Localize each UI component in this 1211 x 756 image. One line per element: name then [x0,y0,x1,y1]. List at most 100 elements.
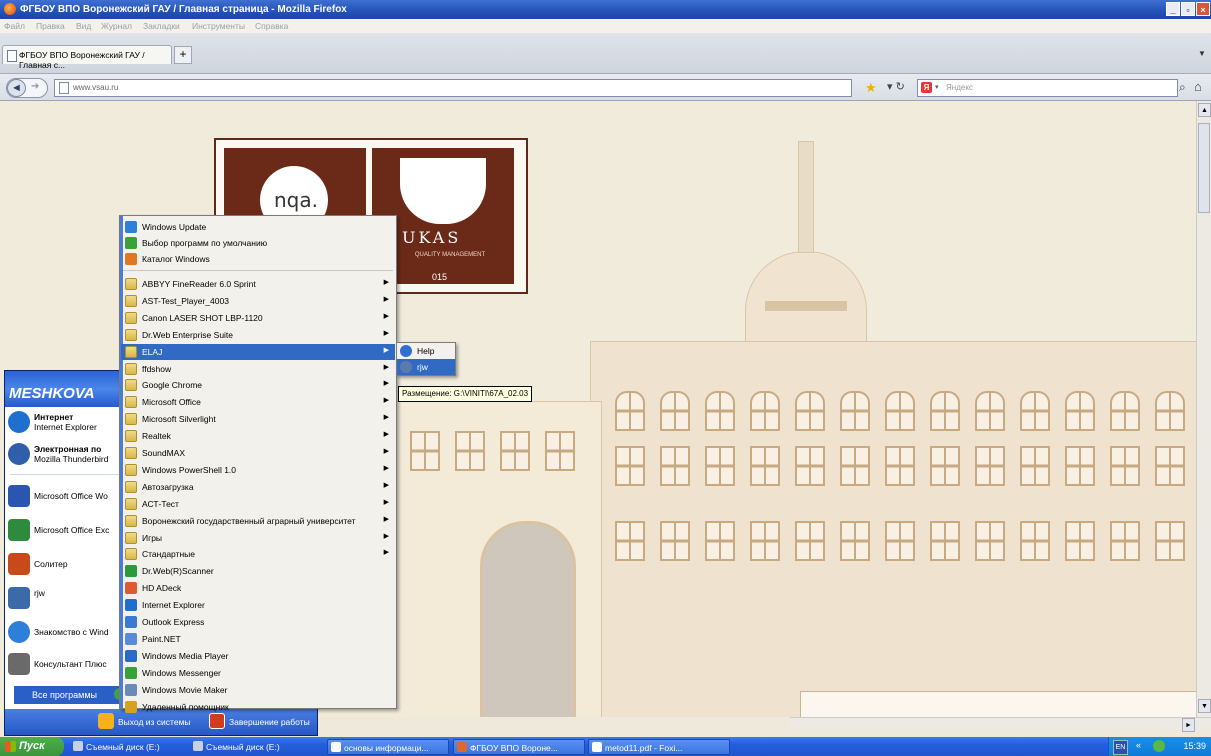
elaj-item[interactable]: rjw [397,359,455,375]
program-item[interactable]: Windows Movie Maker [121,682,395,698]
forward-arrow-icon[interactable]: ➔ [31,81,39,92]
program-item[interactable]: Dr.Web Enterprise Suite ▶ [121,327,395,343]
submenu-arrow-icon: ▶ [383,312,389,320]
menu-edit[interactable]: Правка [36,21,65,31]
horizontal-scrollbar[interactable]: ► [790,717,1211,732]
menu-tools[interactable]: Инструменты [192,21,245,31]
window-deco [930,446,960,486]
search-box[interactable]: Я ▾ Яндекс [917,79,1178,97]
search-input[interactable]: Яндекс [946,83,973,92]
folder-icon [125,447,137,459]
program-item[interactable]: Автозагрузка ▶ [121,479,395,495]
scroll-down-icon[interactable]: ▼ [1198,699,1211,713]
window-deco [410,431,440,471]
menu-bookmarks[interactable]: Закладки [143,21,180,31]
program-item[interactable]: Canon LASER SHOT LBP-1120 ▶ [121,310,395,326]
program-item[interactable]: HD ADeck [121,580,395,596]
user-name: MESHKOVA [9,385,95,402]
program-item[interactable]: Microsoft Silverlight ▶ [121,411,395,427]
tab-list-icon[interactable]: ▼ [1198,49,1206,58]
windows-catalog-icon [125,253,137,265]
program-item[interactable]: Воронежский государственный аграрный уни… [121,513,395,529]
program-item[interactable]: Paint.NET [121,631,395,647]
close-button[interactable]: × [1196,2,1210,16]
program-item[interactable]: Каталог Windows [121,251,395,267]
program-item[interactable]: Realtek ▶ [121,428,395,444]
program-item[interactable]: АСТ-Тест ▶ [121,496,395,512]
elaj-item[interactable]: Help [397,343,455,359]
program-item[interactable]: Удаленный помощник [121,699,395,715]
minimize-button[interactable]: _ [1166,2,1180,16]
taskbar-app-icon [193,741,203,751]
window-deco [1110,521,1140,561]
program-item[interactable]: Windows Messenger [121,665,395,681]
solitaire-icon [8,553,30,575]
program-item[interactable]: Internet Explorer [121,597,395,613]
program-item[interactable]: Windows Media Player [121,648,395,664]
window-deco [545,431,575,471]
url-bar[interactable]: www.vsau.ru [54,79,852,97]
taskbar-button[interactable]: Съемный диск (E:) [70,739,180,755]
tab-vsau[interactable]: ФГБОУ ВПО Воронежский ГАУ / Главная с... [2,45,172,70]
url-input[interactable]: www.vsau.ru [73,83,118,92]
submenu-arrow-icon: ▶ [383,380,389,388]
search-magnifier-icon[interactable]: ⌕ [1179,80,1186,95]
menu-view[interactable]: Вид [76,21,91,31]
taskbar-button[interactable]: ФГБОУ ВПО Вороне... [453,739,585,755]
folder-icon [125,413,137,426]
folder-icon [125,531,137,544]
clock[interactable]: 15:39 [1183,741,1206,751]
program-item[interactable]: Выбор программ по умолчанию [121,235,395,251]
program-item[interactable]: Microsoft Office ▶ [121,394,395,410]
submenu-arrow-icon: ▶ [383,498,389,506]
default-programs-icon [125,237,137,249]
program-item[interactable]: Стандартные ▶ [121,546,395,562]
elaj-item-label: rjw [417,362,428,372]
thunderbird-icon [8,443,30,465]
menu-history[interactable]: Журнал [101,21,132,31]
taskbar-button[interactable]: основы информаци... [327,739,449,755]
back-arrow-icon[interactable]: ◄ [7,79,26,97]
folder-icon [125,396,137,409]
scroll-up-icon[interactable]: ▲ [1198,103,1211,117]
start-button[interactable]: Пуск [0,737,64,756]
program-item[interactable]: Windows Update [121,219,395,235]
scroll-thumb[interactable] [1198,123,1210,213]
program-item[interactable]: Outlook Express [121,614,395,630]
menu-separator [123,270,393,271]
program-item[interactable]: Dr.Web(R)Scanner [121,563,395,579]
program-item[interactable]: Windows PowerShell 1.0 ▶ [121,462,395,478]
program-item[interactable]: AST-Test_Player_4003 ▶ [121,293,395,309]
new-tab-button[interactable]: + [174,46,192,64]
program-item[interactable]: ffdshow ▶ [121,361,395,377]
language-indicator[interactable]: EN [1113,740,1128,755]
vertical-scrollbar[interactable]: ▲ ▼ [1196,101,1211,717]
scroll-right-icon[interactable]: ► [1182,718,1195,732]
maximize-button[interactable]: ▫ [1181,2,1195,16]
pinned-subtitle: Internet Explorer [34,422,97,432]
site-identity-icon[interactable] [59,82,69,94]
bookmark-star-icon[interactable]: ★ [865,80,877,96]
program-item[interactable]: SoundMAX ▶ [121,445,395,461]
home-icon[interactable]: ⌂ [1194,79,1202,94]
menu-help[interactable]: Справка [255,21,288,31]
window-deco [1065,391,1095,431]
program-item[interactable]: ABBYY FineReader 6.0 Sprint ▶ [121,276,395,292]
taskbar-button[interactable]: Съемный диск (E:) [190,739,308,755]
program-item[interactable]: Игры ▶ [121,530,395,546]
program-item[interactable]: ELAJ ▶ [121,343,395,360]
program-item[interactable]: Google Chrome ▶ [121,377,395,393]
folder-icon [125,514,137,527]
start-label: Пуск [19,740,45,752]
all-programs-button[interactable]: Все программы [14,686,132,704]
window-deco [500,431,530,471]
reload-icon[interactable]: ▾ ↻ [887,80,905,93]
program-item-label: Автозагрузка [142,481,194,492]
taskbar-button[interactable]: metod11.pdf - Foxi... [588,739,730,755]
internet-explorer-icon [8,411,30,433]
tray-app-icon[interactable] [1153,740,1165,752]
yandex-icon[interactable]: Я [921,82,932,93]
show-hidden-icons[interactable]: « [1136,740,1141,750]
menu-file[interactable]: Файл [4,21,25,31]
search-engine-dropdown-icon[interactable]: ▾ [935,83,939,91]
